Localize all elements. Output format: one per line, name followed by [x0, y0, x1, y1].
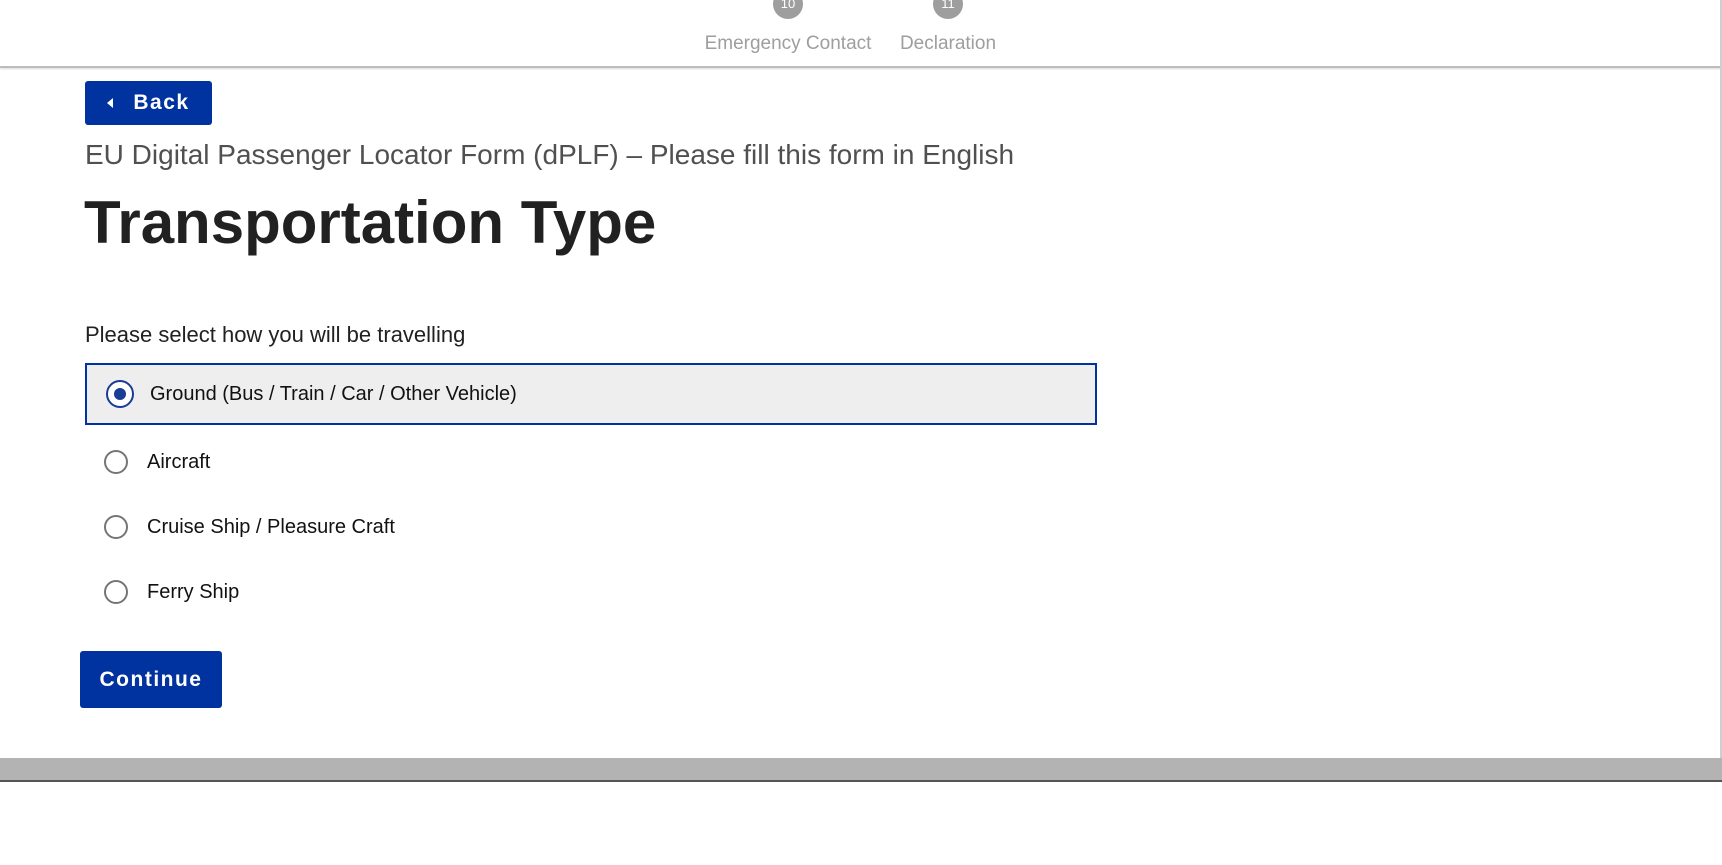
back-button[interactable]: Back — [85, 81, 212, 125]
step-declaration[interactable]: 11 Declaration — [893, 0, 1003, 55]
radio-option-aircraft[interactable]: Aircraft — [85, 431, 1097, 493]
step-label: Emergency Contact — [704, 33, 872, 54]
footer-bar — [0, 758, 1722, 782]
radio-option-ground[interactable]: Ground (Bus / Train / Car / Other Vehicl… — [85, 363, 1097, 425]
continue-button[interactable]: Continue — [80, 651, 222, 708]
radio-label: Aircraft — [147, 450, 211, 473]
progress-stepper: 10 Emergency Contact 11 Declaration — [0, 0, 1722, 68]
radio-unselected-icon[interactable] — [104, 450, 128, 474]
step-emergency-contact[interactable]: 10 Emergency Contact — [698, 0, 878, 55]
step-label: Declaration — [899, 33, 997, 54]
radio-selected-icon[interactable] — [106, 380, 134, 408]
radio-unselected-icon[interactable] — [104, 580, 128, 604]
back-button-label: Back — [133, 91, 190, 114]
radio-option-cruise-ship[interactable]: Cruise Ship / Pleasure Craft — [85, 496, 1097, 558]
step-number-badge: 11 — [933, 0, 963, 19]
radio-unselected-icon[interactable] — [104, 515, 128, 539]
question-label: Please select how you will be travelling — [85, 322, 466, 347]
caret-left-icon — [107, 98, 114, 108]
radio-label: Ground (Bus / Train / Car / Other Vehicl… — [150, 382, 517, 405]
page: 10 Emergency Contact 11 Declaration Back… — [0, 0, 1722, 865]
radio-option-ferry-ship[interactable]: Ferry Ship — [85, 561, 1097, 623]
page-title: Transportation Type — [84, 189, 657, 256]
form-subtitle: EU Digital Passenger Locator Form (dPLF)… — [85, 139, 1015, 170]
radio-label: Ferry Ship — [147, 580, 240, 603]
step-number-badge: 10 — [773, 0, 803, 19]
radio-label: Cruise Ship / Pleasure Craft — [147, 515, 395, 538]
